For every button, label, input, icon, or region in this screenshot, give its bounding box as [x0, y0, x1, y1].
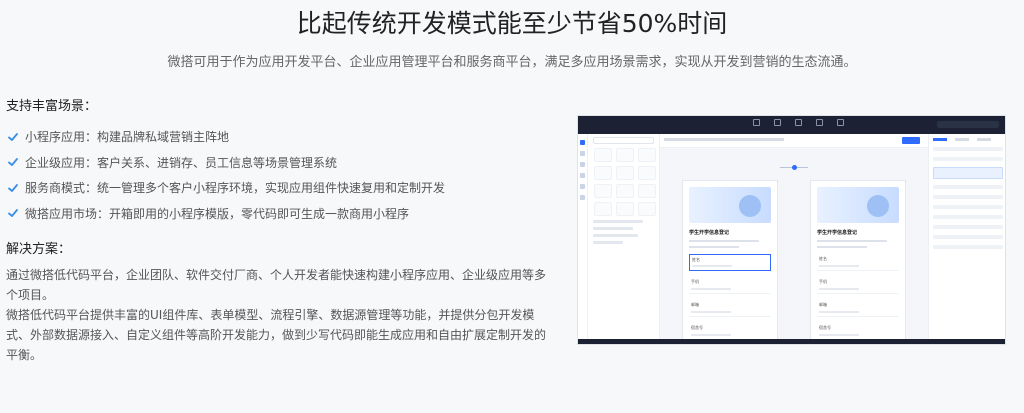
- editor-statusbar: [578, 339, 1005, 344]
- check-icon: [7, 131, 19, 143]
- phone-preview-2: 学生开学信息登记 姓名 手机 邮箱 宿舍号: [810, 180, 906, 344]
- component-grid-3: [594, 202, 659, 216]
- field-name-label-2: 姓名: [819, 256, 827, 261]
- prop-row: [933, 185, 1003, 189]
- field-email-2: 邮箱: [817, 300, 899, 317]
- publish-controls: [937, 121, 999, 128]
- form-title-2: 学生开学信息登记: [817, 230, 858, 236]
- outline-tree: [593, 220, 654, 244]
- check-icon: [7, 182, 19, 194]
- section-subtitle: 微搭可用于作为应用开发平台、企业应用管理平台和服务商平台，满足多应用场景需求，实…: [167, 55, 857, 70]
- scenario-item: 小程序应用：构建品牌私域营销主阵地: [6, 124, 546, 150]
- field-name: 姓名: [689, 254, 771, 271]
- solution-title: 解决方案：: [6, 242, 72, 257]
- field-name-2: 姓名: [817, 254, 899, 271]
- component-grid: [594, 148, 659, 180]
- field-email: 邮箱: [689, 300, 771, 317]
- editor-topbar: [578, 116, 1005, 134]
- solution-paragraph-2: 微搭低代码平台提供丰富的UI组件库、表单模型、流程引擎、数据源管理等功能，并提供…: [6, 308, 547, 362]
- solution-paragraph-1: 通过微搭低代码平台，企业团队、软件交付厂商、个人开发者能快速构建小程序应用、企业…: [6, 268, 547, 302]
- field-email-label-2: 邮箱: [819, 302, 827, 307]
- section-title: 比起传统开发模式能至少节省50%时间: [296, 9, 728, 38]
- field-phone-2: 手机: [817, 277, 899, 294]
- prop-box: [933, 167, 1003, 179]
- field-email-label: 邮箱: [691, 302, 699, 307]
- scenario-label: 小程序应用：构建品牌私域营销主阵地: [25, 130, 230, 145]
- property-panel: [928, 134, 1005, 344]
- scenario-list: 小程序应用：构建品牌私域营销主阵地 企业级应用：客户关系、进销存、员工信息等场景…: [6, 124, 546, 226]
- component-search: [593, 137, 654, 144]
- field-dorm-label-2: 宿舍号: [819, 325, 831, 330]
- scenario-label: 微搭应用市场：开箱即用的小程序模版，零代码即可生成一款商用小程序: [25, 206, 410, 221]
- prop-row: [933, 235, 1003, 239]
- property-tabs: [933, 138, 1003, 141]
- device-switcher: [753, 119, 844, 126]
- banner-image: [689, 187, 771, 223]
- canvas-toolbar: [660, 134, 928, 148]
- prop-row: [933, 157, 1003, 161]
- form-desc-3: [817, 240, 887, 242]
- prop-row: [933, 215, 1003, 219]
- field-phone-label-2: 手机: [819, 279, 827, 284]
- prop-row: [933, 205, 1003, 209]
- field-name-label: 姓名: [692, 257, 700, 262]
- form-desc-4: [817, 246, 867, 248]
- component-panel: [588, 134, 660, 344]
- form-desc: [689, 240, 759, 242]
- field-phone-label: 手机: [691, 279, 699, 284]
- canvas-connector: [780, 165, 808, 170]
- scenario-item: 企业级应用：客户关系、进销存、员工信息等场景管理系统: [6, 150, 546, 176]
- banner-image-2: [817, 187, 899, 223]
- scenario-label: 服务商模式：统一管理多个客户小程序环境，实现应用组件快速复用和定制开发: [25, 181, 446, 196]
- product-screenshot: 学生开学信息登记 姓名 手机 邮箱 宿舍号 学生开学信息登记 姓名 手机 邮箱 …: [577, 115, 1006, 345]
- content-left: 支持丰富场景： 小程序应用：构建品牌私域营销主阵地 企业级应用：客户关系、进销存…: [6, 95, 546, 365]
- phone-preview-1: 学生开学信息登记 姓名 手机 邮箱 宿舍号: [682, 180, 778, 344]
- editor-canvas: 学生开学信息登记 姓名 手机 邮箱 宿舍号 学生开学信息登记 姓名 手机 邮箱 …: [660, 134, 928, 344]
- prop-row: [933, 225, 1003, 229]
- field-phone: 手机: [689, 277, 771, 294]
- scenario-item: 微搭应用市场：开箱即用的小程序模版，零代码即可生成一款商用小程序: [6, 201, 546, 227]
- scenarios-title: 支持丰富场景：: [6, 99, 98, 114]
- field-dorm-label: 宿舍号: [691, 325, 703, 330]
- prop-row: [933, 147, 1003, 151]
- form-desc-2: [689, 246, 739, 248]
- check-icon: [7, 207, 19, 219]
- editor-rail: [578, 134, 588, 344]
- scenario-label: 企业级应用：客户关系、进销存、员工信息等场景管理系统: [25, 155, 338, 170]
- prop-row: [933, 195, 1003, 199]
- field-dorm-2: 宿舍号: [817, 323, 899, 340]
- check-icon: [7, 156, 19, 168]
- component-grid-2: [594, 184, 659, 198]
- scenario-item: 服务商模式：统一管理多个客户小程序环境，实现应用组件快速复用和定制开发: [6, 175, 546, 201]
- prop-row: [933, 245, 1003, 249]
- field-dorm: 宿舍号: [689, 323, 771, 340]
- form-title: 学生开学信息登记: [689, 230, 730, 236]
